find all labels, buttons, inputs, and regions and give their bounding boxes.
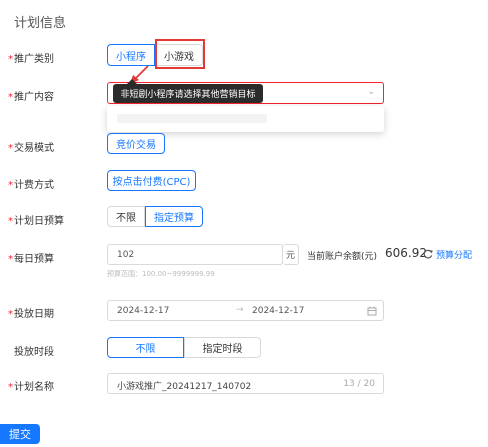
schedule-time-label: 投放时段 <box>14 347 54 358</box>
calendar-icon <box>367 306 377 316</box>
balance-value: 606.92 <box>385 246 427 260</box>
schedule-time-unlimited-button[interactable]: 不限 <box>107 337 184 358</box>
promotion-type-label: *推广类别 <box>8 54 54 65</box>
annotation-highlight-box <box>155 39 205 69</box>
schedule-date-label: *投放日期 <box>8 309 54 320</box>
promotion-content-label: *推广内容 <box>8 92 54 103</box>
plan-name-input[interactable]: 小游戏推广_20241217_140702 13 / 20 <box>107 373 384 394</box>
trade-mode-label: *交易模式 <box>8 143 54 154</box>
end-date[interactable]: 2024-12-17 <box>252 306 304 316</box>
plan-name-value: 小游戏推广_20241217_140702 <box>117 382 252 392</box>
promotion-content-tooltip: 非短剧小程序请选择其他营销目标 <box>113 79 263 103</box>
plan-budget-label: *计划日预算 <box>8 216 64 227</box>
promotion-content-dropdown <box>107 106 384 132</box>
billing-cpc-button[interactable]: 按点击付费(CPC) <box>107 170 196 191</box>
budget-allocate-link[interactable]: 预算分配 <box>436 248 472 261</box>
daily-budget-label: *每日预算 <box>8 254 54 265</box>
daily-budget-unit: 元 <box>283 244 299 265</box>
range-arrow: → <box>236 305 244 315</box>
plan-name-counter: 13 / 20 <box>343 379 375 389</box>
daily-budget-hint: 预算范围：100.00~9999999.99 <box>107 270 215 278</box>
trade-mode-bidding-button[interactable]: 竞价交易 <box>107 133 165 154</box>
schedule-time-specified-button[interactable]: 指定时段 <box>184 337 261 358</box>
start-date[interactable]: 2024-12-17 <box>117 306 169 316</box>
promotion-type-miniprogram-button[interactable]: 小程序 <box>107 44 155 66</box>
submit-button[interactable]: 提交 <box>0 424 40 444</box>
section-title: 计划信息 <box>14 16 67 31</box>
plan-budget-unlimited-button[interactable]: 不限 <box>107 206 145 227</box>
refresh-icon[interactable] <box>423 249 433 259</box>
date-range-picker[interactable]: 2024-12-17 → 2024-12-17 <box>107 300 384 321</box>
billing-label: *计费方式 <box>8 180 54 191</box>
chevron-down-icon: ⌄ <box>367 87 375 97</box>
plan-name-label: *计划名称 <box>8 382 54 393</box>
balance-label: 当前账户余额(元) <box>307 252 378 262</box>
dropdown-option-placeholder[interactable] <box>117 114 267 123</box>
daily-budget-input[interactable]: 102 <box>107 244 283 265</box>
plan-budget-specified-button[interactable]: 指定预算 <box>145 206 203 227</box>
daily-budget-value: 102 <box>117 250 135 260</box>
